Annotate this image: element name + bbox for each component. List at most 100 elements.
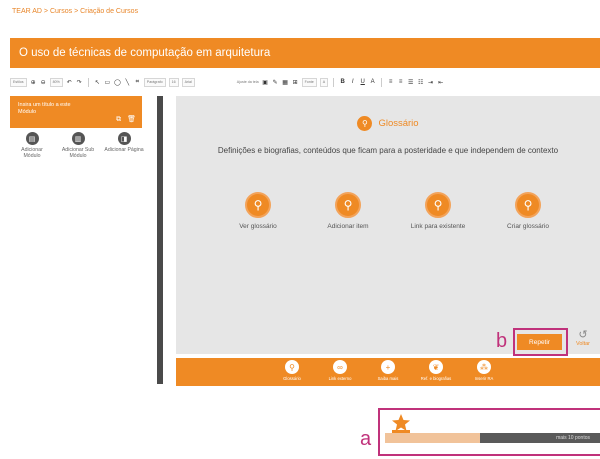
bottom-external-link-button[interactable]: ∞ Link externo bbox=[323, 360, 357, 386]
indent-icon[interactable]: ⇥ bbox=[427, 79, 434, 86]
bold-icon[interactable]: B bbox=[339, 79, 346, 86]
duplicate-icon[interactable]: ⧉ bbox=[116, 116, 121, 123]
course-title-bar: O uso de técnicas de computação em arqui… bbox=[10, 38, 600, 68]
undo-icon[interactable]: ↶ bbox=[66, 79, 73, 86]
cursor-icon[interactable]: ↖ bbox=[94, 79, 101, 86]
back-arrow-icon: ↺ bbox=[578, 329, 588, 341]
annotation-label-b: b bbox=[496, 330, 508, 352]
back-label: Voltar bbox=[575, 341, 591, 347]
table-icon[interactable]: ⊞ bbox=[292, 79, 299, 86]
add-item-button[interactable]: ⚲ Adicionar item bbox=[308, 192, 388, 230]
course-title[interactable]: O uso de técnicas de computação em arqui… bbox=[19, 47, 270, 59]
toolbar-divider bbox=[87, 77, 89, 87]
outdent-icon[interactable]: ⇤ bbox=[437, 79, 444, 86]
annotation-label-a: a bbox=[360, 428, 372, 450]
trophy-icon bbox=[392, 414, 410, 434]
add-module-button[interactable]: ▤ Adicionar Módulo bbox=[12, 132, 52, 159]
bottom-glossary-button[interactable]: ⚲ Glossário bbox=[275, 360, 309, 386]
zoom-in-icon[interactable]: ⊕ bbox=[30, 79, 37, 86]
back-button[interactable]: ↺ Voltar bbox=[571, 329, 595, 348]
create-glossary-label: Criar glossário bbox=[507, 223, 549, 230]
underline-icon[interactable]: U bbox=[359, 79, 366, 86]
align-left-icon[interactable]: ≡ bbox=[387, 79, 394, 86]
module-title-placeholder[interactable]: Insira um título a este Módulo bbox=[18, 102, 80, 116]
references-icon: ❦ bbox=[429, 360, 443, 374]
view-glossary-label: Ver glossário bbox=[239, 223, 277, 230]
bottom-ar-label: Inserir RA bbox=[474, 376, 494, 381]
font-color-select[interactable]: A bbox=[319, 77, 329, 87]
add-page-button[interactable]: ◨ Adicionar Página bbox=[104, 132, 144, 159]
create-glossary-icon: ⚲ bbox=[515, 192, 541, 218]
editor-toolbar: Estilos ⊕ ⊖ 80% ↶ ↷ ↖ ▭ ◯ ╲ ⌗ Parágrafo … bbox=[10, 76, 596, 88]
bullet-list-icon[interactable]: ☰ bbox=[407, 79, 414, 86]
numbered-list-icon[interactable]: ☷ bbox=[417, 79, 424, 86]
screen-adjust-label: Ajuste da tela bbox=[236, 80, 259, 84]
zoom-select[interactable]: 80% bbox=[49, 77, 63, 87]
ar-icon: ⁂ bbox=[477, 360, 491, 374]
panel-scrollbar[interactable] bbox=[157, 96, 163, 384]
size-select[interactable]: 16 bbox=[168, 77, 179, 87]
add-page-label: Adicionar Página bbox=[104, 147, 144, 153]
ellipse-icon[interactable]: ◯ bbox=[114, 79, 121, 86]
module-item[interactable]: Insira um título a este Módulo ⧉ 🗑 bbox=[10, 96, 142, 128]
module-panel: Insira um título a este Módulo ⧉ 🗑 ▤ Adi… bbox=[10, 96, 157, 384]
glossary-description: Definições e biografias, conteúdos que f… bbox=[217, 146, 559, 155]
glossary-icon: ⚲ bbox=[285, 360, 299, 374]
view-glossary-icon: ⚲ bbox=[245, 192, 271, 218]
link-existing-button[interactable]: ⚲ Link para existente bbox=[398, 192, 478, 230]
bottom-glossary-label: Glossário bbox=[283, 376, 301, 381]
font-select[interactable]: Arial bbox=[181, 77, 195, 87]
bottom-references-button[interactable]: ❦ Ref. e biografias bbox=[419, 360, 453, 386]
line-icon[interactable]: ╲ bbox=[124, 79, 131, 86]
glossary-actions: ⚲ Ver glossário ⚲ Adicionar item ⚲ Link … bbox=[218, 192, 568, 230]
submodule-icon: ▥ bbox=[71, 132, 85, 145]
glossary-title: Glossário bbox=[378, 118, 419, 129]
breadcrumb-course-creation[interactable]: Criação de Cursos bbox=[80, 8, 138, 15]
breadcrumb-home[interactable]: TEAR AD bbox=[12, 8, 42, 15]
toolbar-divider bbox=[333, 77, 335, 87]
rectangle-icon[interactable]: ▭ bbox=[104, 79, 111, 86]
bottom-external-link-label: Link externo bbox=[328, 376, 352, 381]
bottom-references-label: Ref. e biografias bbox=[420, 376, 452, 381]
breadcrumb-separator: > bbox=[41, 8, 50, 15]
add-submodule-label: Adicionar Sub Módulo bbox=[61, 147, 95, 159]
redo-icon[interactable]: ↷ bbox=[76, 79, 83, 86]
glossary-header: ⚲ Glossário bbox=[176, 116, 600, 131]
plus-icon: + bbox=[381, 360, 395, 374]
crop-icon[interactable]: ⌗ bbox=[134, 79, 141, 86]
add-module-label: Adicionar Módulo bbox=[21, 147, 43, 159]
progress-bar: mais 10 pontos bbox=[385, 433, 600, 443]
image-icon[interactable]: ▣ bbox=[262, 79, 269, 86]
link-icon: ⚲ bbox=[425, 192, 451, 218]
add-actions: ▤ Adicionar Módulo ▥ Adicionar Sub Módul… bbox=[10, 132, 150, 159]
module-icon: ▤ bbox=[25, 132, 39, 145]
toolbar-divider bbox=[381, 77, 383, 87]
paragraph-format-select[interactable]: Parágrafo bbox=[143, 77, 166, 87]
breadcrumb-separator: > bbox=[72, 8, 81, 15]
breadcrumb-courses[interactable]: Cursos bbox=[50, 8, 72, 15]
trash-icon[interactable]: 🗑 bbox=[127, 116, 136, 123]
bottom-learn-more-label: Saiba mais bbox=[377, 376, 399, 381]
bottom-toolbar: ⚲ Glossário ∞ Link externo + Saiba mais … bbox=[176, 358, 600, 386]
bottom-ar-button[interactable]: ⁂ Inserir RA bbox=[467, 360, 501, 386]
repeat-button[interactable]: Repetir bbox=[517, 334, 562, 350]
bottom-learn-more-button[interactable]: + Saiba mais bbox=[371, 360, 405, 386]
align-center-icon[interactable]: ≡ bbox=[397, 79, 404, 86]
styles-select[interactable]: Estilos bbox=[10, 77, 27, 87]
create-glossary-button[interactable]: ⚲ Criar glossário bbox=[488, 192, 568, 230]
italic-icon[interactable]: I bbox=[349, 79, 356, 86]
add-submodule-button[interactable]: ▥ Adicionar Sub Módulo bbox=[58, 132, 98, 159]
text-color-icon[interactable]: A bbox=[369, 79, 376, 86]
progress-text: mais 10 pontos bbox=[556, 435, 590, 441]
glossary-panel: ⚲ Glossário Definições e biografias, con… bbox=[176, 96, 600, 354]
pencil-icon[interactable]: ✎ bbox=[272, 79, 279, 86]
grid-icon[interactable]: ▦ bbox=[282, 79, 289, 86]
breadcrumb: TEAR AD > Cursos > Criação de Cursos bbox=[12, 8, 138, 15]
add-item-icon: ⚲ bbox=[335, 192, 361, 218]
external-link-icon: ∞ bbox=[333, 360, 347, 374]
view-glossary-button[interactable]: ⚲ Ver glossário bbox=[218, 192, 298, 230]
zoom-out-icon[interactable]: ⊖ bbox=[40, 79, 47, 86]
progress-fill bbox=[385, 433, 480, 443]
link-existing-label: Link para existente bbox=[410, 223, 466, 230]
font-size-select[interactable]: Fonte bbox=[301, 77, 317, 87]
